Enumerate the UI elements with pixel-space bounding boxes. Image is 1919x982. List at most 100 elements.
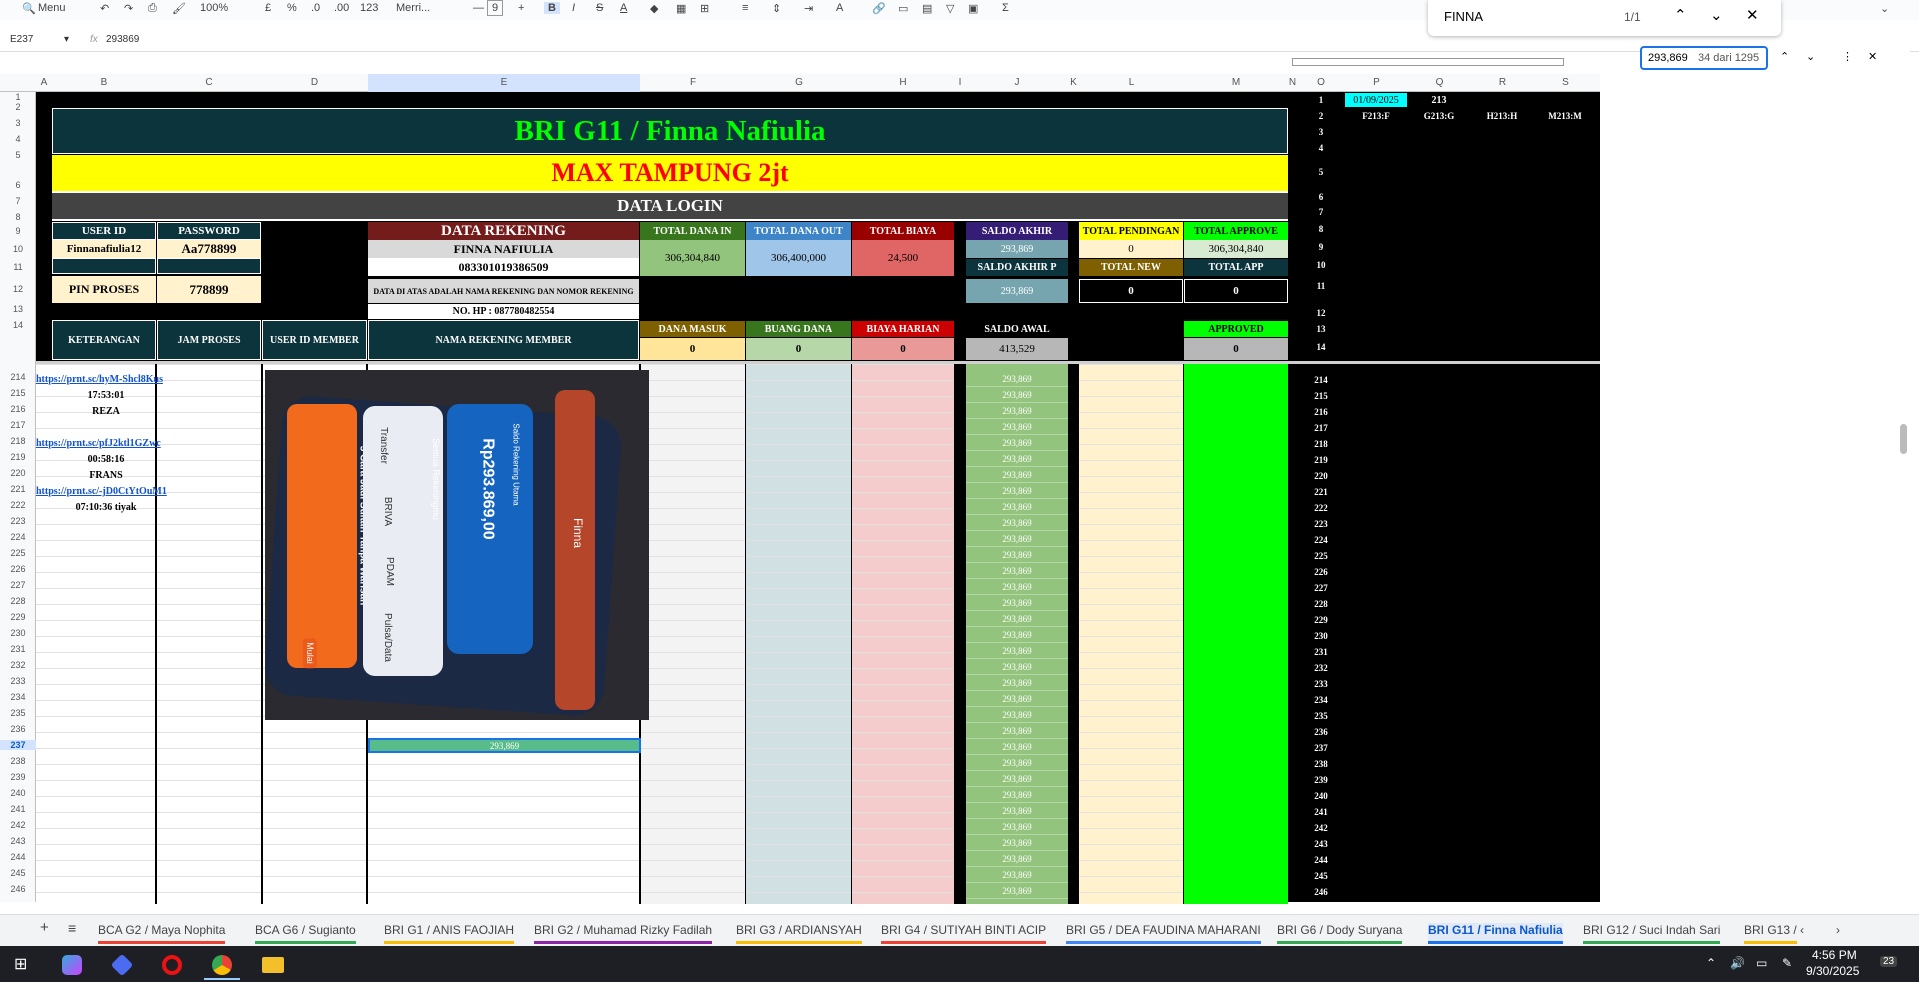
row-header[interactable]: 216 (0, 404, 36, 414)
collapse-chevron-icon[interactable]: ⌄ (1880, 2, 1889, 15)
find-prev-icon[interactable]: ⌃ (1674, 6, 1687, 24)
paint-format-icon[interactable]: 🖌 (172, 2, 186, 15)
column-header[interactable]: J (966, 77, 1068, 88)
font-size-decrease-button[interactable]: — (473, 2, 484, 14)
find-sheet-more-icon[interactable]: ⋮ (1842, 50, 1853, 63)
column-header[interactable]: I (954, 77, 966, 88)
row-header[interactable]: 235 (0, 708, 36, 718)
row-header[interactable]: 14 (0, 320, 36, 330)
zoom-select[interactable]: 100% (200, 2, 228, 14)
screenshot-link[interactable]: https://prnt.sc/-jD0CtYtOuM1 (36, 484, 186, 499)
row-header[interactable]: 230 (0, 628, 36, 638)
row-header[interactable]: 6 (0, 180, 36, 190)
row-header[interactable]: 237 (0, 740, 36, 750)
find-next-icon[interactable]: ⌄ (1710, 6, 1723, 24)
name-box-chevron-icon[interactable]: ▾ (64, 34, 69, 45)
clock-time[interactable]: 4:56 PM (1812, 948, 1857, 962)
row-header[interactable]: 226 (0, 564, 36, 574)
selected-cell-e237[interactable]: 293,869 (368, 738, 641, 753)
find-sheet-prev-icon[interactable]: ⌃ (1780, 50, 1789, 63)
row-header[interactable]: 236 (0, 724, 36, 734)
font-select[interactable]: Merri... (396, 2, 430, 14)
row-header[interactable]: 221 (0, 484, 36, 494)
row-header[interactable]: 10 (0, 244, 36, 254)
find-sheet-close-icon[interactable]: ✕ (1868, 50, 1877, 63)
row-header[interactable]: 4 (0, 134, 36, 144)
find-input[interactable]: FINNA (1444, 9, 1483, 24)
column-header[interactable]: M (1184, 77, 1288, 88)
phone-screenshot-image[interactable]: 5 Cara Jadi Sultan Tanpa Warisan Mulai T… (265, 370, 649, 720)
tab-scroll-left-icon[interactable]: ‹ (1800, 923, 1804, 937)
text-color-button[interactable]: A (620, 2, 627, 14)
sheet-tab[interactable]: BRI G12 / Suci Indah Sari (1583, 923, 1721, 944)
row-header[interactable]: 229 (0, 612, 36, 622)
filter-views-icon[interactable]: ▣ (968, 2, 978, 15)
increase-decimal-button[interactable]: .00 (334, 2, 349, 14)
row-header[interactable]: 5 (0, 150, 36, 160)
windows-start-icon[interactable]: ⊞ (14, 954, 27, 974)
redo-icon[interactable]: ↷ (124, 2, 133, 15)
find-close-icon[interactable]: ✕ (1746, 6, 1759, 24)
row-header[interactable]: 222 (0, 500, 36, 510)
sheet-tab[interactable]: BRI G11 / Finna Nafiulia (1428, 923, 1563, 944)
sheet-tab[interactable]: BRI G6 / Dody Suryana (1277, 923, 1403, 944)
search-icon[interactable]: 🔍 (22, 2, 36, 15)
row-header[interactable]: 11 (0, 262, 36, 272)
app-icon[interactable] (110, 953, 134, 977)
row-header[interactable]: 234 (0, 692, 36, 702)
row-header[interactable]: 2 (0, 102, 36, 112)
bold-button[interactable]: B (544, 2, 560, 14)
horizontal-scroll-indicator[interactable] (1292, 58, 1564, 66)
column-header[interactable]: R (1471, 77, 1534, 88)
align-vertical-icon[interactable]: ⇕ (772, 2, 781, 15)
column-header[interactable]: N (1288, 77, 1297, 88)
column-header[interactable]: E (368, 74, 640, 92)
row-header[interactable]: 3 (0, 118, 36, 128)
row-header[interactable]: 1 (0, 92, 36, 102)
row-header[interactable]: 244 (0, 852, 36, 862)
row-header[interactable]: 12 (0, 284, 36, 294)
fill-color-icon[interactable]: ◆ (650, 2, 658, 15)
text-rotate-icon[interactable]: A (836, 2, 843, 14)
column-header[interactable]: F (640, 77, 746, 88)
column-header[interactable]: B (52, 77, 156, 88)
sheet-tab[interactable]: BCA G2 / Maya Nophita (98, 923, 226, 944)
functions-icon[interactable]: Σ (1002, 2, 1009, 14)
merge-cells-icon[interactable]: ⊞ (700, 2, 709, 15)
column-header[interactable]: O (1297, 77, 1345, 88)
copilot-icon[interactable] (62, 955, 82, 975)
sheet-tab[interactable]: BRI G1 / ANIS FAOJIAH (384, 923, 515, 944)
column-header[interactable]: K (1068, 77, 1079, 88)
row-header[interactable]: 220 (0, 468, 36, 478)
row-header[interactable]: 246 (0, 884, 36, 894)
row-header[interactable]: 225 (0, 548, 36, 558)
row-header[interactable]: 240 (0, 788, 36, 798)
name-box[interactable]: E237 (10, 34, 33, 45)
find-sheet-next-icon[interactable]: ⌄ (1806, 50, 1815, 63)
row-header[interactable]: 231 (0, 644, 36, 654)
decrease-decimal-button[interactable]: .0 (311, 2, 320, 14)
align-horizontal-icon[interactable]: ≡ (742, 2, 748, 14)
chart-icon[interactable]: ▤ (922, 2, 932, 15)
row-header[interactable]: 238 (0, 756, 36, 766)
tray-chevron-icon[interactable]: ⌃ (1706, 956, 1716, 970)
row-header[interactable]: 227 (0, 580, 36, 590)
row-header[interactable]: 224 (0, 532, 36, 542)
italic-button[interactable]: I (572, 2, 575, 14)
speaker-icon[interactable]: 🔊 (1730, 956, 1745, 970)
row-header[interactable]: 218 (0, 436, 36, 446)
comment-icon[interactable]: ▭ (898, 2, 908, 15)
column-header[interactable]: G (746, 77, 852, 88)
font-size-increase-button[interactable]: + (518, 2, 524, 14)
print-icon[interactable]: ⎙ (148, 2, 157, 15)
column-header[interactable]: D (262, 77, 367, 88)
column-header[interactable]: P (1345, 77, 1408, 88)
row-header[interactable]: 7 (0, 196, 36, 206)
link-icon[interactable]: 🔗 (872, 2, 886, 15)
sheet-tab[interactable]: BRI G3 / ARDIANSYAH (736, 923, 862, 944)
borders-icon[interactable]: ▦ (676, 2, 686, 15)
font-size-input[interactable]: 9 (487, 0, 504, 16)
screenshot-link[interactable]: https://prnt.sc/pfJ2ktl1GZwc (36, 436, 186, 451)
row-header[interactable]: 215 (0, 388, 36, 398)
formula-input[interactable]: 293869 (106, 34, 139, 45)
